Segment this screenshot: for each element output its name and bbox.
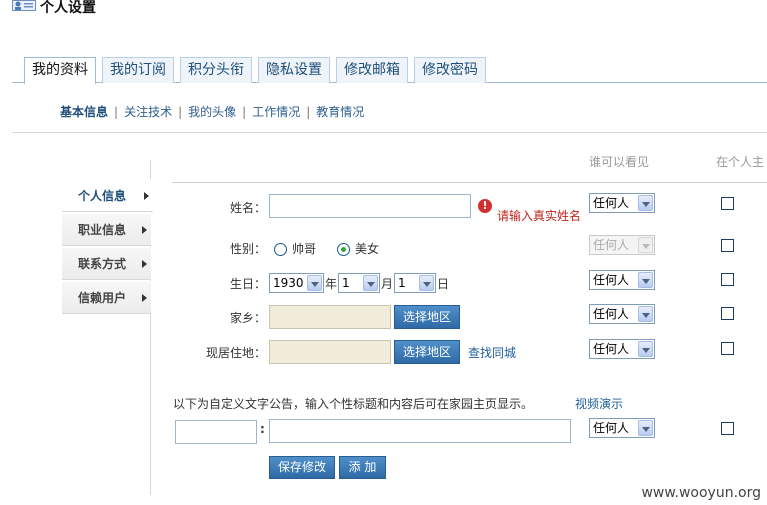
show-on-home-checkbox-custom[interactable] [721,422,734,435]
page-title: 个人设置 [40,0,96,16]
hometown-input [269,305,391,329]
warning-icon: ! [478,199,492,213]
visibility-select-gender: 任何人 [589,235,655,255]
tab-change-email[interactable]: 修改邮箱 [336,57,408,83]
column-header-visibility: 谁可以看见 [589,155,650,169]
sidebar-item-contact[interactable]: 联系方式 [62,247,151,280]
chevron-right-icon [142,260,147,268]
subnav-separator: | [114,105,119,119]
month-unit: 月 [381,277,394,291]
select-value: 1 [342,276,350,290]
subnav-my-avatar[interactable]: 我的头像 [188,105,236,119]
chevron-down-icon [638,272,653,288]
show-on-home-checkbox-hometown[interactable] [721,307,734,320]
save-button[interactable]: 保存修改 [269,456,335,479]
visibility-select-hometown[interactable]: 任何人 [589,304,655,324]
chevron-right-icon [142,226,147,234]
residence-select-region-button[interactable]: 选择地区 [394,340,460,364]
show-on-home-checkbox-gender[interactable] [721,239,734,252]
subnav-followed-tech[interactable]: 关注技术 [124,105,172,119]
chevron-down-icon [307,275,322,291]
subnav-separator: | [242,105,247,119]
day-unit: 日 [437,277,450,291]
visibility-select-birthday[interactable]: 任何人 [589,270,655,290]
form-top-divider [172,182,767,183]
sidebar-item-trusted-users[interactable]: 信赖用户 [62,281,151,314]
column-header-show-on-home: 在个人主 [716,155,765,169]
visibility-select-name[interactable]: 任何人 [589,193,655,213]
select-value: 任何人 [593,307,630,321]
section-divider [12,132,767,133]
birthday-month-select[interactable]: 1 [338,273,380,293]
gender-label: 性别： [229,242,266,256]
year-unit: 年 [325,277,338,291]
find-same-city-link[interactable]: 查找同城 [468,344,516,361]
chevron-down-icon [638,306,653,322]
sidebar-item-label: 个人信息 [78,189,127,203]
residence-label: 现居住地： [205,346,266,360]
select-value: 任何人 [593,273,630,287]
chevron-down-icon [638,195,653,211]
name-warning-text: 请输入真实姓名 [497,209,582,223]
show-on-home-checkbox-birthday[interactable] [721,273,734,286]
tab-my-profile[interactable]: 我的资料 [24,57,96,84]
birthday-year-select[interactable]: 1930 [269,273,324,293]
chevron-down-icon [363,275,378,291]
custom-separator: : [260,422,265,436]
custom-notice-text: 以下为自定义文字公告，输入个性标题和内容后可在家园主页显示。 [173,397,534,411]
tab-change-password[interactable]: 修改密码 [414,57,486,83]
tab-points-titles[interactable]: 积分头衔 [180,57,252,83]
custom-title-input[interactable] [175,420,257,444]
tab-my-subscriptions[interactable]: 我的订阅 [102,57,174,83]
chevron-down-icon [638,237,653,253]
sidebar-item-label: 联系方式 [78,257,127,271]
select-value: 任何人 [593,342,630,356]
residence-input [269,340,391,364]
gender-option-male-label: 帅哥 [292,242,317,256]
sidebar-item-career-info[interactable]: 职业信息 [62,213,151,246]
birthday-day-select[interactable]: 1 [394,273,436,293]
watermark: www.wooyun.org [641,485,761,501]
show-on-home-checkbox-name[interactable] [721,197,734,210]
chevron-down-icon [638,341,653,357]
sidebar-item-label: 职业信息 [78,223,127,237]
chevron-down-icon [638,420,653,436]
select-value: 任何人 [593,421,630,435]
chevron-right-icon [142,294,147,302]
add-button[interactable]: 添 加 [339,456,386,479]
sub-navigation: 基本信息 | 关注技术 | 我的头像 | 工作情况 | 教育情况 [60,103,364,120]
subnav-separator: | [178,105,183,119]
subnav-separator: | [306,105,311,119]
chevron-down-icon [419,275,434,291]
show-on-home-checkbox-residence[interactable] [721,342,734,355]
visibility-select-residence[interactable]: 任何人 [589,339,655,359]
select-value: 1930 [273,276,304,290]
subnav-education[interactable]: 教育情况 [316,105,364,119]
gender-radio-male[interactable] [274,243,287,256]
birthday-label: 生日： [229,277,266,291]
visibility-select-custom[interactable]: 任何人 [589,418,655,438]
gender-radio-female[interactable] [337,243,350,256]
select-value: 任何人 [593,238,630,252]
sidebar-item-personal-info[interactable]: 个人信息 [62,179,153,212]
hometown-label: 家乡： [229,311,266,325]
subnav-work[interactable]: 工作情况 [252,105,300,119]
gender-option-female-label: 美女 [355,242,380,256]
name-label: 姓名： [229,201,266,215]
name-input[interactable] [269,194,471,218]
user-card-icon [12,0,36,11]
video-demo-link[interactable]: 视频演示 [575,395,623,412]
select-value: 1 [398,276,406,290]
chevron-right-icon [144,192,149,200]
tab-privacy-settings[interactable]: 隐私设置 [258,57,330,83]
sidebar-item-label: 信赖用户 [78,291,127,305]
subnav-basic-info[interactable]: 基本信息 [60,105,108,119]
select-value: 任何人 [593,196,630,210]
hometown-select-region-button[interactable]: 选择地区 [394,305,460,329]
custom-content-input[interactable] [269,419,571,443]
